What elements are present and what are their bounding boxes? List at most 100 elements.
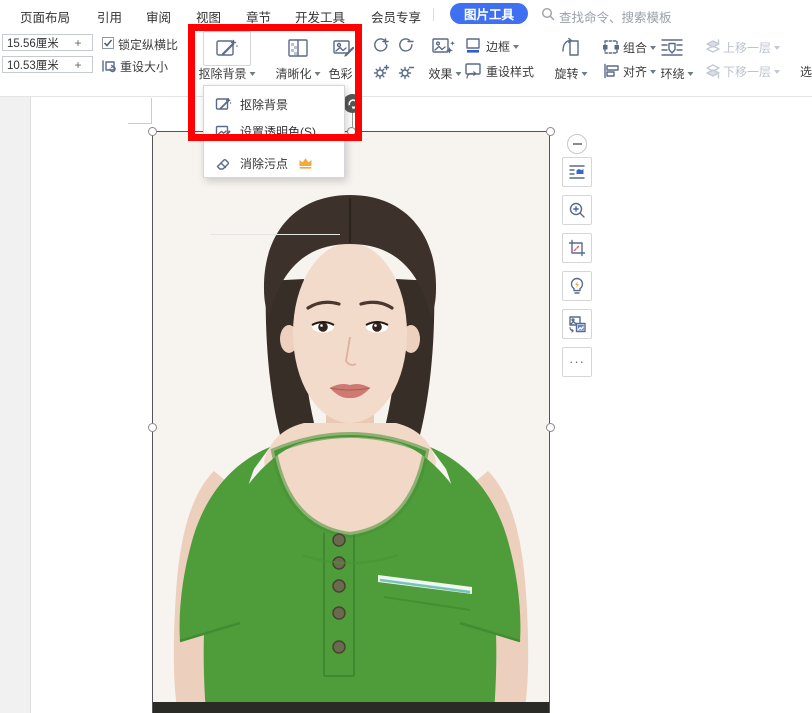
dropdown-arrow-icon (315, 72, 321, 76)
brightness-down-icon (397, 63, 415, 81)
width-field[interactable]: 15.56厘米 (2, 34, 65, 51)
remove-background-label[interactable]: 抠除背景 (198, 65, 255, 82)
wrap-label[interactable]: 环绕 (660, 65, 693, 82)
color-icon (331, 35, 357, 61)
zoom-icon (567, 200, 587, 220)
border-button[interactable]: 边框 (486, 38, 519, 55)
rotate-handle-stem (352, 113, 353, 128)
menu-item-set-transparent-color[interactable]: 设置透明色(S) (205, 118, 343, 145)
minus-icon (573, 143, 582, 145)
remove-background-dropdown: 抠除背景 设置透明色(S) 消除污点 (203, 85, 345, 178)
lightbulb-icon (567, 276, 587, 296)
margin-mark-horizontal (128, 123, 152, 124)
dropdown-arrow-icon (250, 72, 256, 76)
height-stepper[interactable]: + (64, 56, 93, 73)
group-button[interactable]: 组合 (623, 39, 656, 56)
menu-item-references[interactable]: 引用 (97, 7, 122, 26)
search-icon (541, 7, 555, 26)
smart-suggest-button[interactable] (562, 271, 592, 301)
color-label[interactable]: 色彩 (328, 65, 361, 82)
collapse-side-toolbar-button[interactable] (567, 134, 587, 154)
resize-handle-middle-left[interactable] (148, 423, 157, 432)
menu-item-view[interactable]: 视图 (196, 7, 221, 26)
sharpen-button[interactable] (283, 33, 313, 63)
bring-forward-button: 上移一层 (723, 39, 780, 56)
dropdown-arrow-icon (582, 72, 588, 76)
height-field[interactable]: 10.53厘米 (2, 56, 65, 73)
rotate-icon (558, 35, 583, 60)
rotate-button[interactable] (556, 33, 584, 61)
menu-item-section[interactable]: 章节 (246, 7, 271, 26)
align-button[interactable]: 对齐 (623, 63, 656, 80)
portrait-photo[interactable] (152, 131, 550, 713)
resize-handle-top-center[interactable] (347, 127, 356, 136)
search-input[interactable]: 查找命令、搜索模板 (559, 7, 672, 26)
resize-handle-top-right[interactable] (546, 127, 555, 136)
group-icon (602, 38, 620, 61)
effects-icon (430, 34, 457, 61)
reset-style-button[interactable]: 重设样式 (486, 63, 534, 80)
set-transparent-color-icon (215, 123, 232, 140)
dropdown-arrow-icon (356, 72, 362, 76)
wps-picture-tools-window: 页面布局 引用 审阅 视图 章节 开发工具 会员专享 图片工具 查找命令、搜索模… (0, 0, 812, 713)
dropdown-arrow-icon (774, 46, 780, 50)
align-icon (602, 62, 620, 85)
brightness-down-button[interactable] (396, 62, 416, 82)
check-icon (103, 38, 113, 48)
zoom-button[interactable] (562, 195, 592, 225)
rotate-arrow-icon (347, 98, 359, 110)
premium-crown-icon (298, 157, 313, 169)
lock-aspect-label: 锁定纵横比 (118, 36, 178, 53)
menu-item-remove-background[interactable]: 抠除背景 (205, 91, 343, 118)
remove-background-button[interactable] (203, 31, 251, 66)
rotate-label[interactable]: 旋转 (554, 65, 587, 82)
dropdown-arrow-icon (650, 70, 656, 74)
rotate-handle[interactable] (343, 94, 362, 113)
tab-picture-tools[interactable]: 图片工具 (450, 3, 528, 24)
resize-handle-top-left[interactable] (148, 127, 157, 136)
ellipsis-icon: ··· (569, 357, 585, 367)
menu-item-page-layout[interactable]: 页面布局 (20, 7, 70, 26)
contrast-down-button[interactable] (396, 36, 416, 56)
contrast-up-icon (372, 37, 390, 55)
dropdown-arrow-icon (513, 45, 519, 49)
dropdown-arrow-icon (688, 72, 694, 76)
effects-label[interactable]: 效果 (428, 65, 461, 82)
dropdown-arrow-icon (650, 46, 656, 50)
more-options-button[interactable]: ··· (562, 347, 592, 377)
remove-background-icon (215, 96, 232, 113)
sharpen-icon (285, 35, 311, 61)
remove-background-icon (214, 36, 240, 62)
convert-picture-icon (567, 314, 587, 334)
wrap-button[interactable] (658, 35, 686, 61)
reset-style-icon (463, 61, 483, 86)
sharpen-label[interactable]: 清晰化 (275, 65, 320, 82)
brightness-up-button[interactable] (371, 62, 391, 82)
contrast-up-button[interactable] (371, 36, 391, 56)
reset-size-button[interactable]: 重设大小 (120, 58, 168, 75)
crop-button[interactable] (562, 233, 592, 263)
send-backward-button: 下移一层 (723, 63, 780, 80)
menu-bar: 页面布局 引用 审阅 视图 章节 开发工具 会员专享 图片工具 查找命令、搜索模… (0, 0, 812, 28)
page-gutter (0, 97, 31, 713)
reset-size-icon (101, 58, 117, 79)
eraser-icon (215, 155, 232, 172)
menu-item-developer[interactable]: 开发工具 (295, 7, 345, 26)
brightness-up-icon (372, 63, 390, 81)
width-stepper[interactable]: + (64, 34, 93, 51)
layout-options-button[interactable] (562, 157, 592, 187)
menu-item-member[interactable]: 会员专享 (371, 7, 421, 26)
margin-mark-vertical (151, 98, 152, 124)
menu-item-remove-blemish[interactable]: 消除污点 (205, 150, 343, 176)
menu-item-review[interactable]: 审阅 (146, 7, 171, 26)
contrast-down-icon (397, 37, 415, 55)
color-button[interactable] (329, 33, 359, 63)
resize-handle-middle-right[interactable] (546, 423, 555, 432)
wrap-icon (659, 36, 685, 60)
select-button-clipped[interactable]: 选 (800, 63, 812, 80)
effects-button[interactable] (428, 32, 458, 62)
convert-picture-button[interactable] (562, 309, 592, 339)
border-icon (464, 36, 482, 59)
lock-aspect-checkbox[interactable] (102, 37, 114, 49)
crop-icon (567, 238, 587, 258)
